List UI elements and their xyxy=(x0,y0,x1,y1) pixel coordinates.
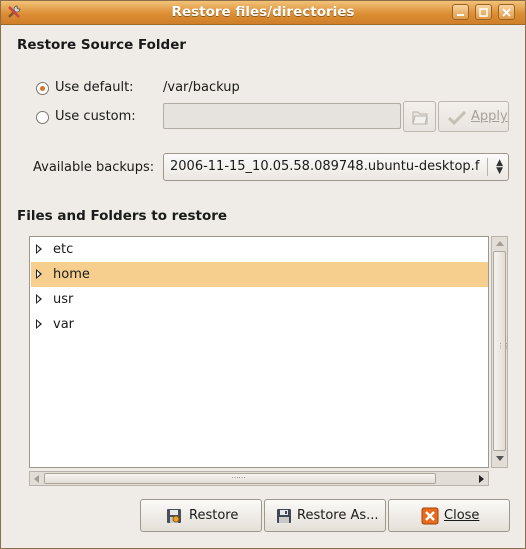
restore-window: Restore files/directories Restore Source… xyxy=(0,0,526,549)
expander-icon[interactable] xyxy=(36,244,42,254)
files-folders-heading: Files and Folders to restore xyxy=(17,208,228,224)
vertical-scrollbar[interactable]: ⋮⋮ xyxy=(491,236,510,468)
available-backups-label: Available backups: xyxy=(33,160,155,175)
tree-row-label: usr xyxy=(53,292,74,307)
tree-row[interactable]: usr xyxy=(31,287,488,312)
files-tree[interactable]: etc home usr var xyxy=(29,236,489,468)
maximize-icon xyxy=(479,8,488,17)
close-icon xyxy=(502,8,511,17)
selected-backup: 2006-11-15_10.05.58.089748.ubuntu-deskto… xyxy=(170,159,480,174)
available-backups-select[interactable]: 2006-11-15_10.05.58.089748.ubuntu-deskto… xyxy=(163,153,509,181)
use-default-radio[interactable] xyxy=(36,82,49,95)
restore-source-heading: Restore Source Folder xyxy=(17,37,187,53)
close-label: Close xyxy=(444,508,480,523)
window-title: Restore files/directories xyxy=(171,4,355,20)
maximize-button[interactable] xyxy=(475,4,492,20)
expander-icon[interactable] xyxy=(36,294,42,304)
restore-button[interactable]: Restore xyxy=(140,499,262,532)
browse-folder-button[interactable] xyxy=(403,101,436,132)
tree-row-label: home xyxy=(53,267,90,282)
tree-row-selected[interactable]: home xyxy=(31,262,488,287)
scroll-down-arrow-icon[interactable] xyxy=(496,456,504,461)
apply-button[interactable]: Apply xyxy=(438,101,509,132)
expander-icon[interactable] xyxy=(36,319,42,329)
default-path: /var/backup xyxy=(163,80,240,95)
close-window-button[interactable] xyxy=(498,4,515,20)
grip-icon: ⋮⋮ xyxy=(497,342,510,350)
vertical-scroll-thumb[interactable]: ⋮⋮ xyxy=(493,251,510,451)
horizontal-scroll-thumb[interactable]: ⋯⋯ xyxy=(44,473,436,484)
tree-row-label: etc xyxy=(53,242,74,257)
combo-separator xyxy=(487,158,488,176)
checkmark-icon xyxy=(447,110,467,126)
minimize-button[interactable] xyxy=(452,4,469,20)
use-default-label[interactable]: Use default: xyxy=(55,80,134,95)
title-bar[interactable]: Restore files/directories xyxy=(1,1,525,25)
tree-row[interactable]: etc xyxy=(31,237,488,262)
document-open-icon xyxy=(412,111,428,125)
restore-icon xyxy=(167,509,181,523)
expander-icon[interactable] xyxy=(36,269,42,279)
up-down-arrows-icon: ▲ ▼ xyxy=(496,158,503,176)
scroll-up-arrow-icon[interactable] xyxy=(496,241,504,246)
use-custom-radio[interactable] xyxy=(36,111,49,124)
tree-row-label: var xyxy=(53,317,75,332)
close-x-icon xyxy=(421,507,439,525)
horizontal-scrollbar[interactable]: ⋯⋯ xyxy=(29,471,489,486)
scroll-left-arrow-icon[interactable] xyxy=(34,475,39,483)
tree-row[interactable]: var xyxy=(31,312,488,337)
scroll-right-arrow-icon[interactable] xyxy=(479,475,484,483)
use-custom-label[interactable]: Use custom: xyxy=(55,109,136,124)
restore-as-label: Restore As... xyxy=(297,508,379,523)
save-as-icon xyxy=(277,509,291,523)
grip-icon: ⋯⋯ xyxy=(231,473,246,482)
minimize-icon xyxy=(457,14,464,16)
custom-path-input[interactable] xyxy=(163,103,401,129)
close-button[interactable]: Close xyxy=(388,499,510,532)
apply-label: Apply xyxy=(471,109,508,124)
restore-label: Restore xyxy=(189,508,239,523)
restore-as-button[interactable]: Restore As... xyxy=(264,499,386,532)
